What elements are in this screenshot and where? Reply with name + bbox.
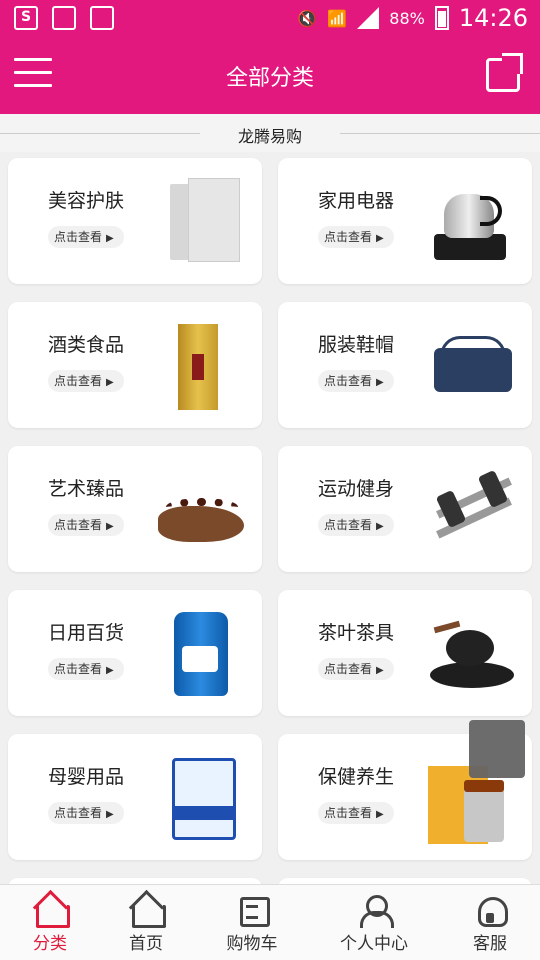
tab-label: 客服 [473,934,507,954]
category-card-beauty[interactable]: 美容护肤 点击查看 [8,158,262,284]
category-name: 母婴用品 [48,766,125,788]
tab-label: 个人中心 [340,934,408,954]
diaper-pack-image [158,752,244,842]
wifi-icon: 📶 [327,8,348,28]
bottom-tab-bar: 分类 首页 购物车 个人中心 客服 [0,884,540,960]
view-button[interactable]: 点击查看 [48,514,124,536]
view-button[interactable]: 点击查看 [318,370,394,392]
share-icon[interactable] [486,58,520,92]
tab-profile[interactable]: 个人中心 [324,885,424,960]
user-icon [356,895,394,928]
category-name: 保健养生 [318,766,395,788]
category-card-baby[interactable]: 母婴用品 点击查看 [8,734,262,860]
signal-icon [357,7,380,29]
mute-icon: 🔇 [297,8,318,28]
category-card-appliances[interactable]: 家用电器 点击查看 [278,158,532,284]
app-s-icon [14,6,38,30]
category-card-liquor[interactable]: 酒类食品 点击查看 [8,302,262,428]
view-button[interactable]: 点击查看 [318,802,394,824]
category-card-apparel[interactable]: 服装鞋帽 点击查看 [278,302,532,428]
category-card-art[interactable]: 艺术臻品 点击查看 [8,446,262,572]
tab-cart[interactable]: 购物车 [202,885,302,960]
liquor-box-image [158,320,244,410]
category-name: 运动健身 [318,478,395,500]
status-right: 🔇 📶 88% 14:26 [297,4,528,32]
view-button[interactable]: 点击查看 [318,226,394,248]
kettle-image [428,176,514,266]
category-name: 美容护肤 [48,190,125,212]
home-icon [32,895,70,928]
floating-button[interactable] [469,720,525,778]
battery-percent: 88% [389,8,425,28]
clock-time: 14:26 [458,4,528,32]
dumbbell-image [428,464,514,554]
divider-right [340,133,540,134]
section-header: 龙腾易购 [0,114,540,152]
category-card-fitness[interactable]: 运动健身 点击查看 [278,446,532,572]
tab-category[interactable]: 分类 [0,885,100,960]
app-header: 全部分类 [0,38,540,114]
beauty-product-image [158,176,244,266]
category-name: 艺术臻品 [48,478,125,500]
view-button[interactable]: 点击查看 [318,658,394,680]
page-title: 全部分类 [225,66,314,91]
section-title: 龙腾易购 [237,127,302,146]
view-button[interactable]: 点击查看 [48,802,124,824]
category-name: 家用电器 [318,190,395,212]
document-x-icon [90,6,114,30]
view-button[interactable]: 点击查看 [48,226,124,248]
tab-service[interactable]: 客服 [440,885,540,960]
category-name: 服装鞋帽 [318,334,395,356]
category-name: 茶叶茶具 [318,622,395,644]
category-name: 日用百货 [48,622,125,644]
view-button[interactable]: 点击查看 [48,658,124,680]
home-icon [128,895,166,928]
detergent-image [158,608,244,698]
tab-label: 购物车 [226,934,278,954]
view-button[interactable]: 点击查看 [48,370,124,392]
battery-icon [434,6,449,30]
view-button[interactable]: 点击查看 [318,514,394,536]
tab-home[interactable]: 首页 [96,885,196,960]
clock-file-icon [52,6,76,30]
tab-label: 首页 [129,934,163,954]
cart-icon [234,895,270,927]
beads-image [158,464,244,554]
tab-label: 分类 [33,934,67,954]
category-card-daily[interactable]: 日用百货 点击查看 [8,590,262,716]
category-name: 酒类食品 [48,334,125,356]
headset-icon [472,895,508,927]
bag-image [428,320,514,410]
status-notification-icons [14,6,114,30]
teapot-image [428,608,514,698]
status-bar: 🔇 📶 88% 14:26 [0,0,540,38]
category-card-tea[interactable]: 茶叶茶具 点击查看 [278,590,532,716]
